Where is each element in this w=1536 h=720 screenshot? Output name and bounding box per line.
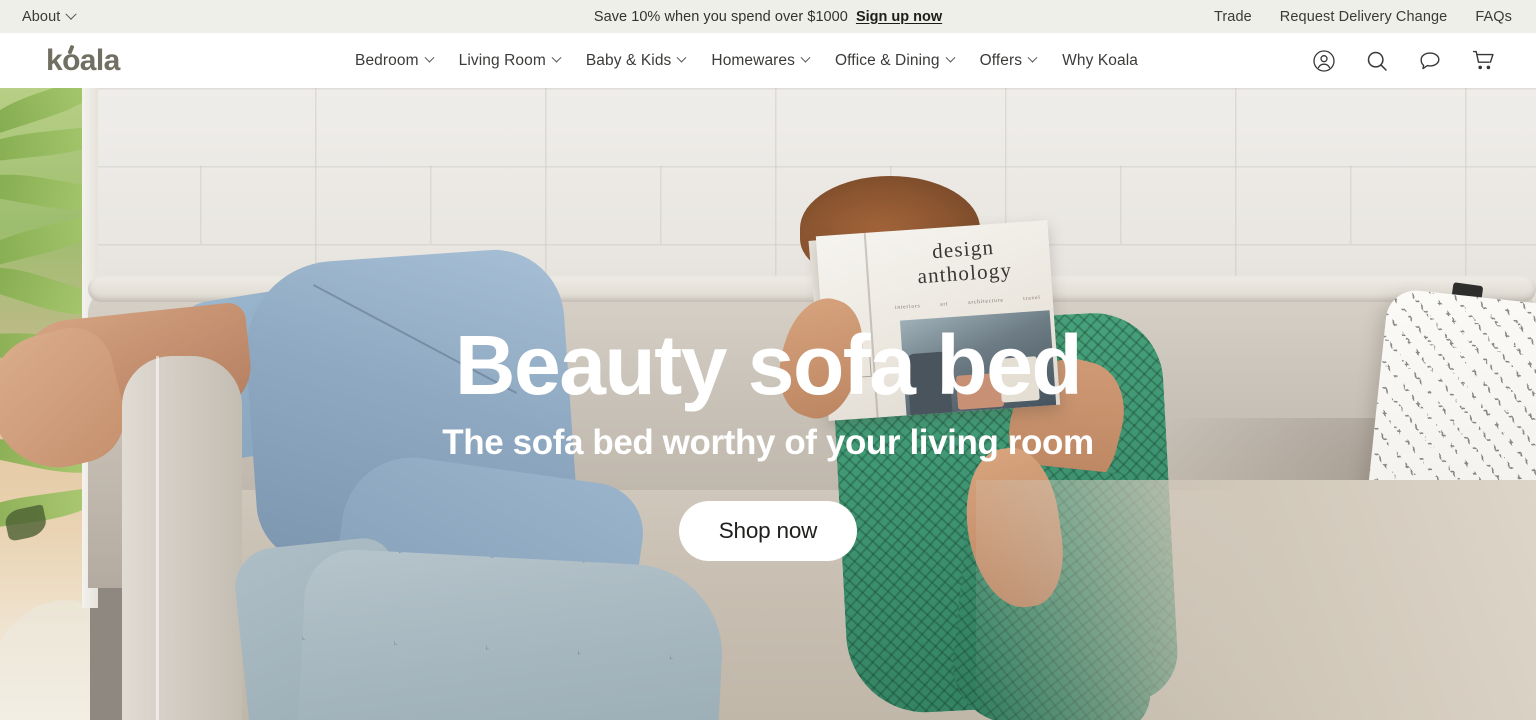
nav-item-offers[interactable]: Offers bbox=[979, 51, 1038, 70]
koala-logo[interactable]: koala bbox=[46, 43, 120, 77]
palm-frond bbox=[0, 167, 90, 217]
search-icon[interactable] bbox=[1364, 48, 1390, 74]
hero-title: Beauty sofa bed bbox=[454, 318, 1083, 412]
magazine-kicker: interiors art architecture travel bbox=[895, 295, 1041, 311]
utility-link-faqs[interactable]: FAQs bbox=[1475, 9, 1512, 25]
quilted-blanket bbox=[293, 547, 727, 720]
outdoor-floor bbox=[0, 600, 90, 720]
magazine-kicker-item: architecture bbox=[967, 297, 1004, 306]
nav-item-why-koala[interactable]: Why Koala bbox=[1062, 52, 1138, 70]
palm-frond bbox=[0, 125, 90, 163]
chevron-down-icon bbox=[551, 52, 562, 63]
chevron-down-icon bbox=[945, 52, 956, 63]
utility-link-request-delivery-change[interactable]: Request Delivery Change bbox=[1280, 9, 1448, 25]
chevron-down-icon bbox=[1027, 52, 1038, 63]
site-header: koala Bedroom Living Room Baby & Kids Ho… bbox=[0, 33, 1536, 88]
hero-subtitle: The sofa bed worthy of your living room bbox=[442, 423, 1094, 462]
utility-links: Trade Request Delivery Change FAQs bbox=[1214, 9, 1512, 25]
nav-label: Offers bbox=[979, 51, 1023, 69]
about-menu[interactable]: About bbox=[22, 8, 78, 25]
shop-now-button[interactable]: Shop now bbox=[678, 501, 858, 561]
nav-label: Baby & Kids bbox=[585, 51, 672, 69]
chat-icon[interactable] bbox=[1417, 48, 1443, 74]
nav-label: Living Room bbox=[458, 51, 546, 69]
palm-frond bbox=[0, 212, 90, 270]
utility-link-trade[interactable]: Trade bbox=[1214, 9, 1252, 25]
palm-frond bbox=[0, 258, 90, 324]
chevron-down-icon bbox=[800, 52, 811, 63]
nav-label: Why Koala bbox=[1062, 51, 1138, 69]
magazine-title: design anthology bbox=[886, 233, 1041, 291]
nav-item-living-room[interactable]: Living Room bbox=[458, 51, 562, 70]
nav-item-office-and-dining[interactable]: Office & Dining bbox=[835, 51, 956, 70]
nav-label: Bedroom bbox=[355, 51, 419, 69]
magazine-kicker-item: art bbox=[940, 301, 949, 308]
magazine-kicker-item: travel bbox=[1023, 294, 1041, 302]
utility-bar: About Save 10% when you spend over $1000… bbox=[0, 0, 1536, 33]
cart-icon[interactable] bbox=[1470, 48, 1496, 74]
account-icon[interactable] bbox=[1311, 48, 1337, 74]
nav-label: Office & Dining bbox=[835, 51, 940, 69]
nav-item-baby-and-kids[interactable]: Baby & Kids bbox=[585, 51, 687, 70]
hero-banner: design anthology interiors art architect… bbox=[0, 88, 1536, 720]
header-actions bbox=[1311, 48, 1496, 74]
about-label: About bbox=[22, 8, 61, 25]
hero-copy: Beauty sofa bed The sofa bed worthy of y… bbox=[0, 323, 1536, 561]
magazine-kicker-item: interiors bbox=[894, 303, 921, 311]
nav-item-homewares[interactable]: Homewares bbox=[711, 51, 811, 70]
chevron-down-icon bbox=[65, 8, 78, 20]
main-navigation: Bedroom Living Room Baby & Kids Homeware… bbox=[355, 52, 1138, 70]
promo-text: Save 10% when you spend over $1000 bbox=[593, 8, 848, 25]
chevron-down-icon bbox=[424, 52, 435, 63]
logo-text: koala bbox=[46, 43, 120, 77]
signup-link[interactable]: Sign up now bbox=[856, 9, 942, 25]
chevron-down-icon bbox=[676, 52, 687, 63]
nav-item-bedroom[interactable]: Bedroom bbox=[355, 51, 435, 70]
nav-label: Homewares bbox=[711, 51, 795, 69]
